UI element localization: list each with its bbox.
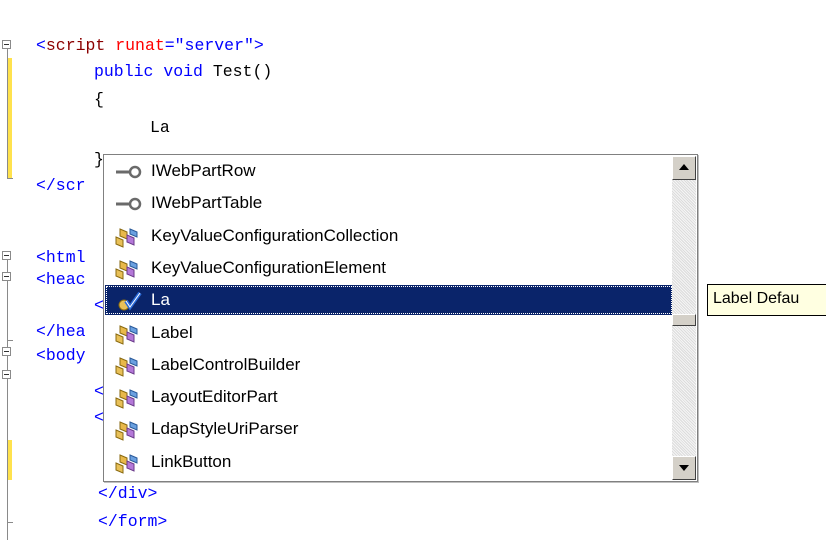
completion-item[interactable]: Label (105, 318, 673, 348)
completion-item-label: LayoutEditorPart (151, 387, 278, 407)
completion-scrollbar[interactable] (672, 156, 696, 480)
code-line-11: <body (36, 346, 86, 365)
completion-item[interactable]: LdapStyleUriParser (105, 414, 673, 444)
completion-item-label: IWebPartTable (151, 193, 263, 213)
outline-guide (7, 260, 8, 302)
code-line-14: </div> (98, 484, 158, 503)
completion-item[interactable]: LabelControlBuilder (105, 350, 673, 380)
interface-icon (114, 194, 146, 214)
completion-item-label: LinkButton (151, 451, 232, 471)
completion-item[interactable]: IWebPartTable (105, 188, 673, 218)
editor-margin (0, 0, 34, 540)
scroll-down-button[interactable] (672, 456, 696, 480)
token: runat (115, 36, 165, 55)
completion-item-label: KeyValueConfigurationElement (151, 257, 386, 277)
interface-icon (114, 162, 146, 182)
collapse-icon[interactable] (2, 272, 11, 281)
completion-item[interactable]: KeyValueConfigurationElement (105, 253, 673, 283)
class-icon (114, 259, 146, 280)
code-line-8: <heac (36, 270, 86, 289)
completion-item-label: La (151, 290, 170, 310)
completion-item[interactable]: LinkButton (105, 447, 673, 477)
token: "server" (174, 36, 254, 55)
completion-items: IWebPartRow IWebPartTable KeyValueConfigur… (104, 155, 674, 481)
class-icon (114, 388, 146, 409)
collapse-icon[interactable] (2, 40, 11, 49)
intellisense-completion-list[interactable]: IWebPartRow IWebPartTable KeyValueConfigur… (103, 154, 698, 482)
snippet-check-icon (114, 291, 146, 311)
class-icon (114, 324, 146, 345)
code-line-6: </scr (36, 176, 86, 195)
code-line-1: <script runat="server"> (36, 36, 264, 56)
arrow-down-icon (679, 465, 689, 471)
completion-item[interactable]: LayoutEditorPart (105, 382, 673, 412)
keyword: public (94, 62, 154, 81)
class-icon (114, 356, 146, 377)
changed-lines-indicator (8, 440, 12, 480)
method-name: Test() (212, 62, 273, 81)
arrow-up-icon (679, 164, 689, 170)
code-line-7: <html (36, 248, 86, 267)
changed-lines-indicator (8, 58, 12, 178)
code-line-15: </form> (98, 512, 168, 531)
scroll-up-button[interactable] (672, 156, 696, 180)
token: < (36, 36, 46, 55)
outline-guide (7, 46, 8, 178)
completion-item-label: KeyValueConfigurationCollection (151, 225, 399, 245)
class-icon (114, 453, 146, 474)
class-icon (114, 420, 146, 442)
completion-item[interactable]: La (105, 285, 673, 316)
class-icon (114, 227, 146, 248)
completion-item-label: Label (151, 322, 193, 342)
collapse-icon[interactable] (2, 370, 11, 379)
code-line-4: La (150, 118, 170, 137)
completion-item[interactable]: KeyValueConfigurationCollection (105, 221, 673, 251)
keyword: void (163, 62, 203, 81)
scroll-thumb[interactable] (672, 314, 696, 326)
completion-item-label: IWebPartRow (151, 161, 256, 180)
code-line-2: public void Test() (94, 62, 272, 82)
token: = (164, 36, 175, 55)
outline-guide (7, 300, 8, 540)
completion-item[interactable]: IWebPartRow (105, 156, 673, 186)
token: > (253, 36, 264, 55)
collapse-icon[interactable] (2, 347, 11, 356)
outline-end (7, 522, 13, 523)
completion-item-label: LabelControlBuilder (151, 354, 301, 374)
completion-item-label: LdapStyleUriParser (151, 419, 299, 439)
quick-info-tooltip: Label Defau (707, 284, 826, 316)
collapse-icon[interactable] (2, 251, 11, 260)
code-line-3: { (94, 90, 104, 109)
outline-end (7, 178, 13, 179)
token: script (45, 36, 106, 55)
code-line-10: </hea (36, 322, 86, 341)
